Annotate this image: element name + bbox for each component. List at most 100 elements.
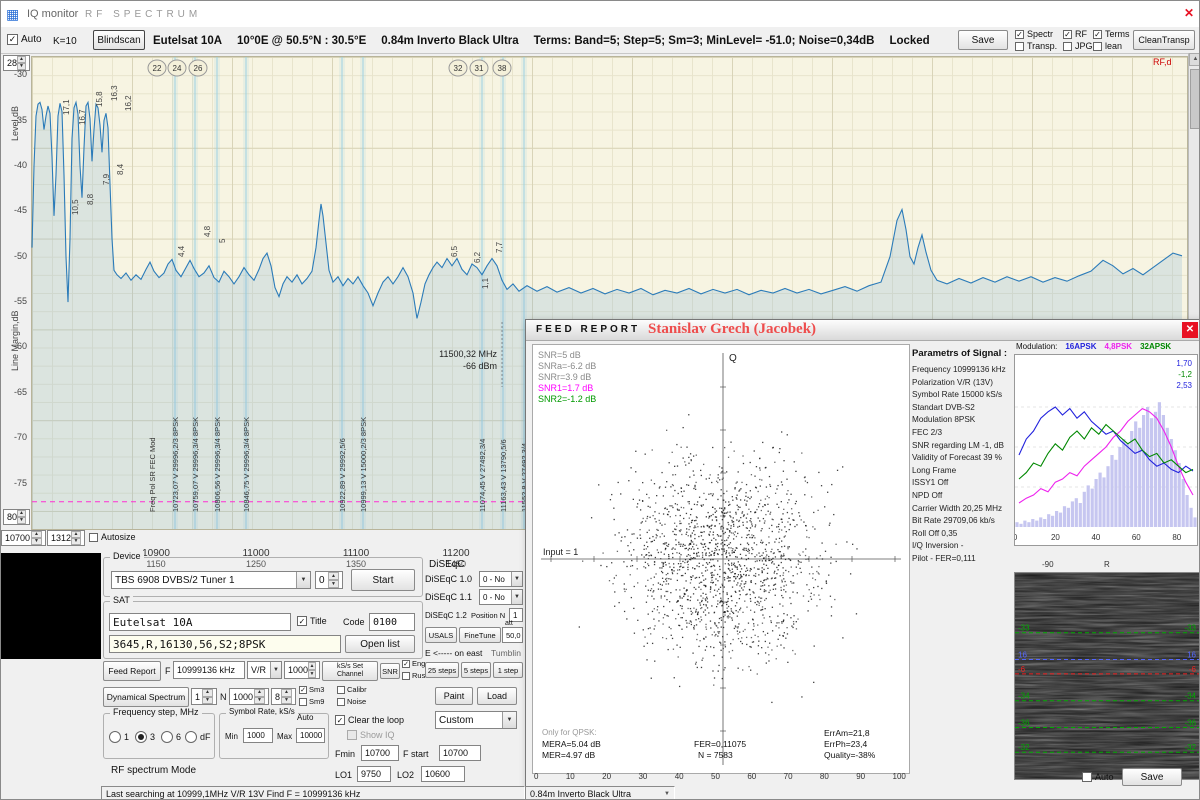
- snr-line: SNR1=1.7 dB: [538, 383, 596, 394]
- spectr-checkbox[interactable]: Spectr: [1015, 29, 1053, 39]
- feed-save-button[interactable]: Save: [1122, 768, 1182, 786]
- n-arrows[interactable]: ▲▼: [254, 689, 265, 704]
- feed-auto-checkbox[interactable]: Auto: [1082, 772, 1114, 782]
- steps5-button[interactable]: 5 steps: [461, 662, 491, 678]
- finetune-button[interactable]: FineTune: [459, 627, 501, 643]
- calibr-checkbox[interactable]: Calibr: [337, 685, 367, 694]
- diseqc11-arrow[interactable]: ▼: [511, 590, 522, 604]
- lean-checkbox[interactable]: lean: [1093, 41, 1122, 51]
- clear-loop-checkbox[interactable]: Clear the loop: [335, 715, 404, 725]
- eng-checkbox[interactable]: Eng: [402, 659, 425, 668]
- tuner-select[interactable]: TBS 6908 DVBS/2 Tuner 1 ▼: [111, 571, 311, 589]
- step-1-radio[interactable]: 1: [109, 731, 129, 743]
- rus-checkbox[interactable]: Rus: [402, 671, 425, 680]
- min-input[interactable]: 1000: [243, 728, 273, 743]
- open-list-button[interactable]: Open list: [345, 635, 415, 653]
- lo1-input[interactable]: 9750: [357, 766, 391, 782]
- svg-text:24: 24: [173, 64, 182, 73]
- polarization-select[interactable]: V/R ▼: [247, 661, 282, 679]
- title-checkbox[interactable]: Title: [297, 616, 327, 626]
- auto-checkbox[interactable]: Auto: [7, 34, 42, 45]
- cleantransp-button[interactable]: CleanTransp: [1133, 30, 1195, 50]
- start-frequency-spinner[interactable]: 10700 ▲▼: [1, 530, 46, 546]
- feed-report-titlebar[interactable]: FEED REPORT Stanislav Grech (Jacobek) ✕: [526, 320, 1200, 341]
- clear-loop-label: Clear the loop: [348, 715, 404, 725]
- span-spinner[interactable]: 1312 ▲▼: [47, 530, 85, 546]
- autosize-checkbox[interactable]: Autosize: [89, 532, 136, 542]
- symbolrate-arrows[interactable]: ▲▼: [308, 662, 316, 678]
- symbolrate-spinner[interactable]: 1000 ▲▼: [284, 661, 320, 679]
- transponder-input[interactable]: 3645,R,16130,56,S2;8PSK: [109, 635, 341, 653]
- set-channel-button[interactable]: kS/s Set Channel: [322, 661, 378, 681]
- feed-auto-box: [1082, 772, 1092, 782]
- custom-select[interactable]: Custom ▼: [435, 711, 517, 729]
- step-6-radio[interactable]: 6: [161, 731, 181, 743]
- tuner-index-spinner[interactable]: 0 ▲▼: [315, 571, 343, 589]
- steps25-button[interactable]: 25 steps: [425, 662, 459, 678]
- tumblin-label: Tumblin: [491, 648, 521, 658]
- close-window-button[interactable]: ✕: [1181, 5, 1197, 21]
- span-spin-arrows[interactable]: ▲▼: [71, 531, 81, 545]
- scrollbar-thumb[interactable]: [1190, 69, 1200, 129]
- dyn-count-arrows[interactable]: ▲▼: [202, 689, 213, 704]
- lo2-input[interactable]: 10600: [421, 766, 465, 782]
- svg-text:-33: -33: [1018, 624, 1030, 633]
- span-value: 1312: [51, 533, 71, 543]
- polarization-arrow[interactable]: ▼: [270, 662, 281, 678]
- usals-button[interactable]: USALS: [425, 627, 457, 643]
- scale-tick: 70: [784, 772, 793, 784]
- att-input[interactable]: 50,0: [502, 627, 523, 643]
- y-axis-tick: -45: [1, 205, 27, 215]
- sat-name-input[interactable]: Eutelsat 10A: [109, 613, 291, 631]
- sm3-checkbox[interactable]: Sm3: [299, 685, 324, 694]
- feed-report-button[interactable]: Feed Report: [103, 661, 161, 681]
- load-button[interactable]: Load: [477, 687, 517, 705]
- summary-locked-status: Locked: [889, 35, 929, 47]
- blindscan-button[interactable]: Blindscan: [93, 30, 145, 50]
- rf-checkbox[interactable]: RF: [1063, 29, 1087, 39]
- max-input[interactable]: 10000: [296, 728, 325, 743]
- dyn-count-spinner[interactable]: 1 ▲▼: [191, 688, 217, 705]
- status-dish-dropdown-arrow[interactable]: ▼: [664, 791, 670, 797]
- start-button[interactable]: Start: [351, 569, 415, 591]
- svg-text:16: 16: [1187, 651, 1196, 660]
- avg-arrows[interactable]: ▲▼: [281, 689, 292, 704]
- avg-spinner[interactable]: 8 ▲▼: [271, 688, 296, 705]
- frequency-input[interactable]: 10999136 kHz: [173, 661, 245, 679]
- jpg-checkbox[interactable]: JPG: [1063, 41, 1093, 51]
- n-spinner[interactable]: 1000 ▲▼: [229, 688, 269, 705]
- bottom-level-spin-arrows[interactable]: ▲▼: [17, 510, 26, 524]
- diseqc10-select[interactable]: 0 - No ▼: [479, 571, 523, 587]
- summary-position: 10°0E @ 50.5°N : 30.5°E: [237, 35, 366, 47]
- title-checkbox-box: [297, 616, 307, 626]
- save-button[interactable]: Save: [958, 30, 1008, 50]
- paint-button[interactable]: Paint: [435, 687, 473, 705]
- status-dish-cell[interactable]: 0.84m Inverto Black Ultra ▼: [525, 786, 675, 800]
- custom-arrow[interactable]: ▼: [502, 712, 516, 728]
- right-val: 2,53: [1140, 380, 1192, 391]
- tuner-index-arrows[interactable]: ▲▼: [328, 572, 339, 588]
- diseqc12-label: DiSEqC 1.2: [425, 611, 467, 620]
- scrollbar-up-arrow[interactable]: ▲: [1189, 53, 1200, 66]
- code-input[interactable]: 0100: [369, 613, 415, 631]
- tuner-dropdown-arrow[interactable]: ▼: [296, 572, 310, 588]
- bottom-level-spinner[interactable]: 80 ▲▼: [3, 509, 30, 525]
- fstart-input[interactable]: 10700: [439, 745, 481, 761]
- fmin-input[interactable]: 10700: [361, 745, 399, 761]
- steps1-button[interactable]: 1 step: [493, 662, 523, 678]
- terms-checkbox[interactable]: Terms: [1093, 29, 1130, 39]
- clear-loop-box: [335, 715, 345, 725]
- dynamical-spectrum-button[interactable]: Dynamical Spectrum: [103, 687, 189, 707]
- feed-report-close-button[interactable]: ✕: [1182, 322, 1198, 338]
- diseqc11-select[interactable]: 0 - No ▼: [479, 589, 523, 605]
- show-iq-checkbox[interactable]: Show IQ: [347, 730, 395, 740]
- step-df-radio[interactable]: dF: [185, 731, 211, 743]
- diseqc10-arrow[interactable]: ▼: [511, 572, 522, 586]
- sm9-checkbox[interactable]: Sm9: [299, 697, 324, 706]
- y-axis-tick: -40: [1, 160, 27, 170]
- noise-checkbox[interactable]: Noise: [337, 697, 366, 706]
- snr-button[interactable]: SNR: [380, 663, 400, 679]
- transp-checkbox[interactable]: Transp.: [1015, 41, 1057, 51]
- step-3-radio[interactable]: 3: [135, 731, 155, 743]
- start-frequency-spin-arrows[interactable]: ▲▼: [31, 531, 42, 545]
